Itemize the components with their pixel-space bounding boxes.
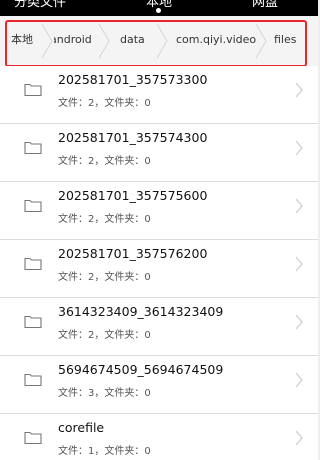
folder-meta: 文件：1，文件夹：0 [58, 446, 151, 457]
folder-name: 5694674509_5694674509 [58, 362, 224, 377]
folder-meta: 文件：2，文件夹：0 [58, 98, 151, 109]
tab-categorized-files[interactable]: 分类文件 [14, 0, 66, 12]
top-tab-bar: 分类文件 本地 网盘 [0, 0, 318, 16]
folder-name: 202581701_357573300 [58, 72, 208, 87]
list-item[interactable]: 202581701_357573300 文件：2，文件夹：0 [0, 66, 318, 124]
active-tab-indicator [156, 8, 161, 13]
folder-meta: 文件：3，文件夹：0 [58, 388, 151, 399]
folder-meta: 文件：2，文件夹：0 [58, 214, 151, 225]
folder-icon [24, 315, 42, 328]
list-item[interactable]: 5694674509_5694674509 文件：3，文件夹：0 [0, 356, 318, 414]
chevron-right-icon [295, 372, 303, 388]
folder-icon [24, 83, 42, 96]
folder-meta: 文件：2，文件夹：0 [58, 272, 151, 283]
highlight-annotation-box [5, 20, 307, 67]
chevron-right-icon [295, 140, 303, 156]
folder-icon [24, 257, 42, 270]
folder-name: 202581701_357574300 [58, 130, 208, 145]
list-item[interactable]: 202581701_357576200 文件：2，文件夹：0 [0, 240, 318, 298]
folder-name: 202581701_357575600 [58, 188, 208, 203]
chevron-right-icon [295, 314, 303, 330]
list-item[interactable]: 202581701_357575600 文件：2，文件夹：0 [0, 182, 318, 240]
folder-meta: 文件：2，文件夹：0 [58, 156, 151, 167]
list-item[interactable]: 3614323409_3614323409 文件：2，文件夹：0 [0, 298, 318, 356]
folder-meta: 文件：2，文件夹：0 [58, 330, 151, 341]
folder-name: 202581701_357576200 [58, 246, 208, 261]
chevron-right-icon [295, 198, 303, 214]
chevron-right-icon [295, 256, 303, 272]
list-item[interactable]: corefile 文件：1，文件夹：0 [0, 414, 318, 460]
tab-cloud-drive[interactable]: 网盘 [252, 0, 278, 12]
folder-icon [24, 373, 42, 386]
folder-icon [24, 199, 42, 212]
chevron-right-icon [295, 82, 303, 98]
list-item[interactable]: 202581701_357574300 文件：2，文件夹：0 [0, 124, 318, 182]
folder-icon [24, 431, 42, 444]
folder-icon [24, 141, 42, 154]
folder-name: 3614323409_3614323409 [58, 304, 224, 319]
folder-name: corefile [58, 420, 105, 435]
chevron-right-icon [295, 430, 303, 446]
